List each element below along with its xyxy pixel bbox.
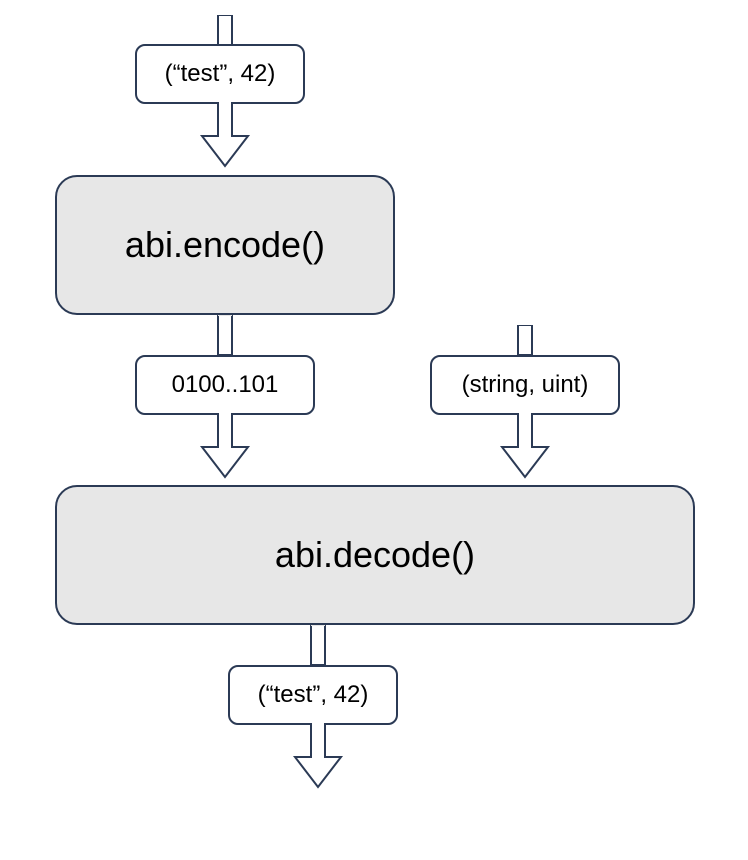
arrow-stub-type: [507, 325, 543, 355]
output-tuple-label: (“test”, 42): [258, 681, 369, 709]
arrow-input-to-encode: [195, 102, 255, 172]
decode-label: abi.decode(): [275, 534, 475, 576]
output-tuple-box: (“test”, 42): [228, 665, 398, 725]
input-tuple-label: (“test”, 42): [165, 60, 276, 88]
arrow-decode-to-output: [300, 625, 336, 665]
arrow-stub-top: [207, 15, 243, 45]
encoded-bytes-box: 0100..101: [135, 355, 315, 415]
arrow-type-to-decode: [495, 413, 555, 483]
arrow-output-down: [288, 723, 348, 793]
decode-box: abi.decode(): [55, 485, 695, 625]
input-tuple-box: (“test”, 42): [135, 44, 305, 104]
type-tuple-label: (string, uint): [462, 371, 589, 399]
encode-box: abi.encode(): [55, 175, 395, 315]
encode-label: abi.encode(): [125, 224, 325, 266]
type-tuple-box: (string, uint): [430, 355, 620, 415]
arrow-encode-to-bytes: [207, 315, 243, 355]
arrow-bytes-to-decode: [195, 413, 255, 483]
encoded-bytes-label: 0100..101: [172, 371, 279, 399]
